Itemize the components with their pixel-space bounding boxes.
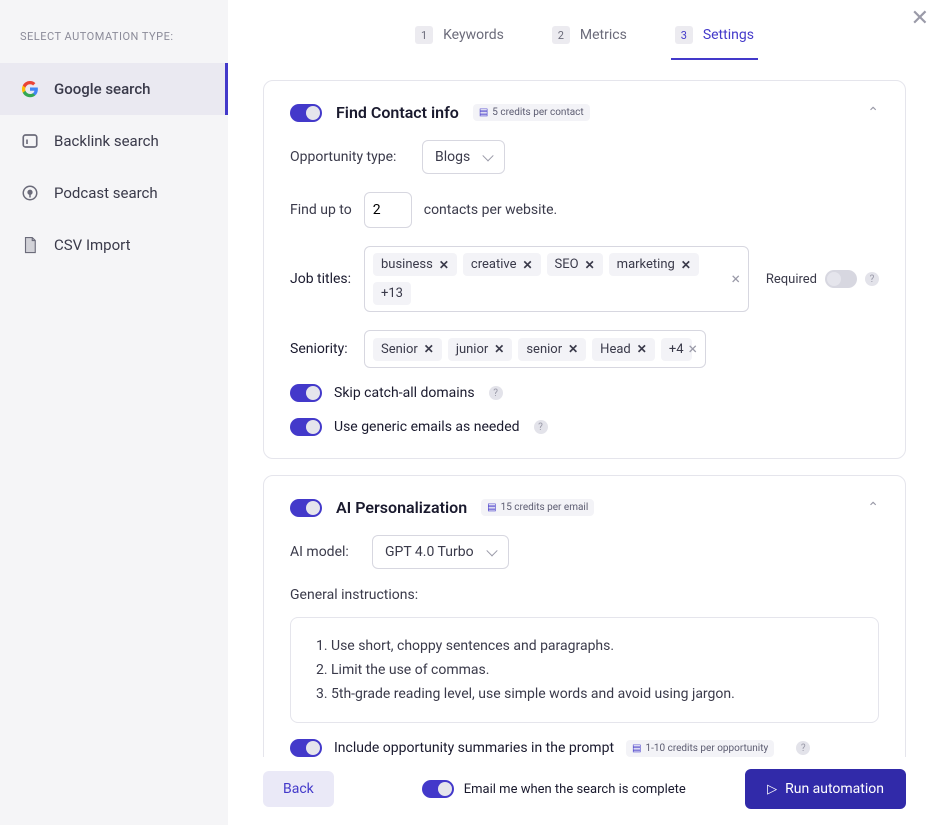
tag-more[interactable]: +4	[661, 338, 692, 361]
ai-model-label: AI model:	[290, 544, 360, 560]
run-automation-button[interactable]: Run automation	[745, 769, 906, 809]
tag-remove-icon[interactable]: ✕	[637, 342, 647, 356]
toggle-generic-emails[interactable]	[290, 418, 322, 436]
help-icon[interactable]: ?	[865, 272, 879, 286]
generic-emails-label: Use generic emails as needed	[334, 419, 520, 435]
skip-catchall-label: Skip catch-all domains	[334, 385, 475, 401]
tag: creative✕	[463, 253, 541, 276]
tab-settings[interactable]: 3 Settings	[671, 16, 758, 60]
tag-remove-icon[interactable]: ✕	[522, 258, 532, 272]
seniority-label: Seniority:	[290, 341, 352, 357]
instruction-item: Use short, choppy sentences and paragrap…	[331, 638, 856, 654]
tab-number: 1	[415, 26, 433, 44]
findupto-prefix: Find up to	[290, 202, 352, 218]
help-icon[interactable]: ?	[796, 741, 810, 755]
instructions-label: General instructions:	[290, 587, 879, 603]
tag: business✕	[373, 253, 457, 276]
contacts-per-website-input[interactable]	[364, 192, 412, 228]
instruction-item: 5th-grade reading level, use simple word…	[331, 686, 856, 702]
credits-badge: 15 credits per email	[481, 499, 594, 516]
sidebar-item-label: Podcast search	[54, 184, 158, 202]
ai-model-select[interactable]: GPT 4.0 Turbo	[372, 535, 509, 569]
tab-number: 2	[552, 26, 570, 44]
seniority-input[interactable]: Senior✕ junior✕ senior✕ Head✕ +4 ×	[364, 330, 706, 368]
email-complete-label: Email me when the search is complete	[464, 782, 686, 797]
tag-remove-icon[interactable]: ✕	[424, 342, 434, 356]
sidebar-item-google-search[interactable]: Google search	[0, 63, 228, 115]
tag-remove-icon[interactable]: ✕	[568, 342, 578, 356]
sidebar-item-csv-import[interactable]: CSV Import	[0, 219, 228, 271]
sidebar-item-podcast-search[interactable]: Podcast search	[0, 167, 228, 219]
chevron-up-icon[interactable]: ⌃	[867, 105, 879, 121]
credits-badge: 1-10 credits per opportunity	[626, 740, 774, 757]
findupto-suffix: contacts per website.	[424, 202, 557, 218]
tab-number: 3	[675, 26, 693, 44]
clear-tags-icon[interactable]: ×	[688, 341, 697, 357]
close-icon[interactable]: ✕	[911, 6, 929, 31]
toggle-ai-personalization[interactable]	[290, 499, 322, 517]
backlink-icon	[20, 131, 40, 151]
card-title: Find Contact info	[336, 103, 459, 122]
sidebar-item-backlink-search[interactable]: Backlink search	[0, 115, 228, 167]
tag-remove-icon[interactable]: ✕	[585, 258, 595, 272]
job-titles-input[interactable]: business✕ creative✕ SEO✕ marketing✕ +13 …	[364, 246, 749, 312]
tab-label: Metrics	[580, 27, 627, 43]
tag-remove-icon[interactable]: ✕	[494, 342, 504, 356]
tag: senior✕	[518, 338, 586, 361]
tag-remove-icon[interactable]: ✕	[439, 258, 449, 272]
card-ai-personalization: AI Personalization 15 credits per email …	[263, 475, 906, 757]
tab-keywords[interactable]: 1 Keywords	[411, 16, 508, 60]
content: Find Contact info 5 credits per contact …	[228, 60, 941, 757]
help-icon[interactable]: ?	[534, 420, 548, 434]
opportunity-type-select[interactable]: Blogs	[422, 140, 505, 174]
main: ✕ 1 Keywords 2 Metrics 3 Settings Find C…	[228, 0, 941, 825]
job-titles-label: Job titles:	[290, 271, 352, 287]
toggle-email-complete[interactable]	[422, 780, 454, 798]
footer: Back Email me when the search is complet…	[228, 757, 941, 825]
help-icon[interactable]: ?	[489, 386, 503, 400]
tab-label: Keywords	[443, 27, 504, 43]
tag-remove-icon[interactable]: ✕	[681, 258, 691, 272]
card-find-contact: Find Contact info 5 credits per contact …	[263, 80, 906, 459]
tag: junior✕	[448, 338, 513, 361]
sidebar: SELECT AUTOMATION TYPE: Google search Ba…	[0, 0, 228, 825]
back-button[interactable]: Back	[263, 771, 334, 807]
csv-icon	[20, 235, 40, 255]
sidebar-item-label: Backlink search	[54, 132, 159, 150]
sidebar-title: SELECT AUTOMATION TYPE:	[0, 30, 228, 63]
tag-more[interactable]: +13	[373, 282, 411, 305]
instruction-item: Limit the use of commas.	[331, 662, 856, 678]
tab-metrics[interactable]: 2 Metrics	[548, 16, 631, 60]
credits-badge: 5 credits per contact	[473, 104, 590, 121]
tabs: 1 Keywords 2 Metrics 3 Settings	[228, 0, 941, 60]
clear-tags-icon[interactable]: ×	[731, 271, 740, 287]
tag: Head✕	[592, 338, 655, 361]
sidebar-item-label: CSV Import	[54, 236, 131, 254]
google-icon	[20, 79, 40, 99]
card-title: AI Personalization	[336, 498, 467, 517]
tab-label: Settings	[703, 27, 754, 43]
podcast-icon	[20, 183, 40, 203]
toggle-required[interactable]	[825, 270, 857, 288]
sidebar-item-label: Google search	[54, 80, 151, 98]
toggle-include-summaries[interactable]	[290, 739, 322, 757]
instructions-box[interactable]: Use short, choppy sentences and paragrap…	[290, 617, 879, 723]
toggle-find-contact[interactable]	[290, 104, 322, 122]
include-summaries-label: Include opportunity summaries in the pro…	[334, 740, 614, 756]
toggle-skip-catchall[interactable]	[290, 384, 322, 402]
chevron-up-icon[interactable]: ⌃	[867, 500, 879, 516]
tag: Senior✕	[373, 338, 442, 361]
tag: SEO✕	[547, 253, 603, 276]
required-label: Required	[766, 272, 817, 287]
tag: marketing✕	[609, 253, 699, 276]
opportunity-type-label: Opportunity type:	[290, 149, 410, 165]
